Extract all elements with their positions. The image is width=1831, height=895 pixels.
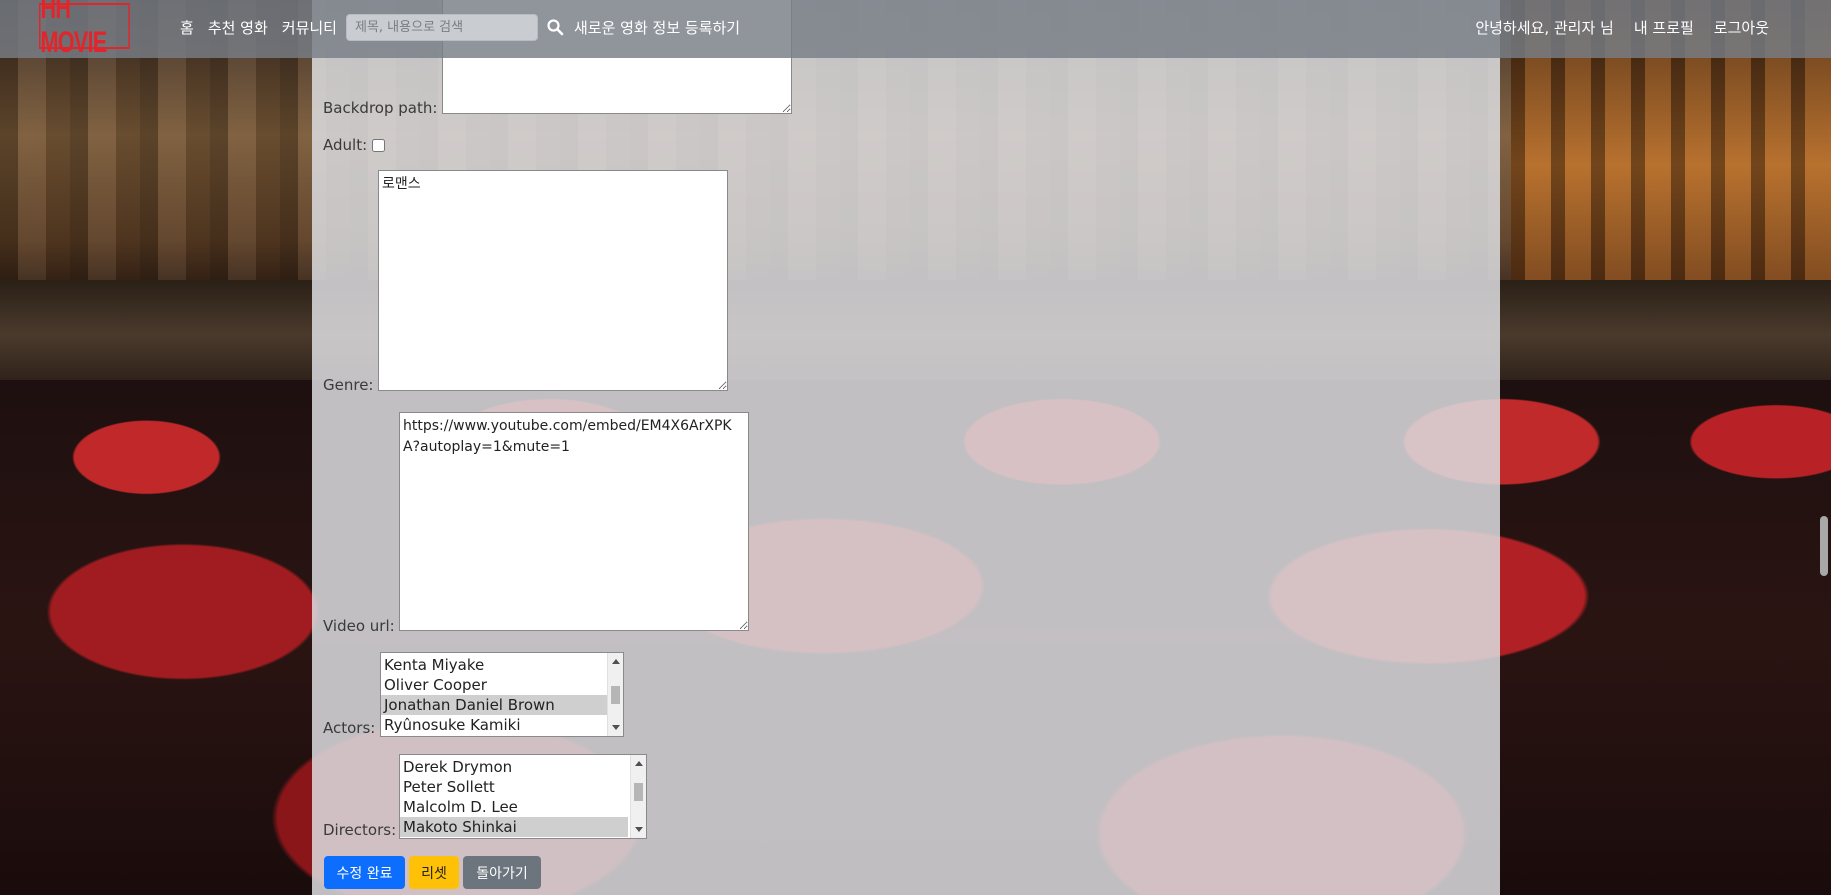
- directors-option[interactable]: Derek Drymon: [400, 757, 628, 777]
- nav-link-community[interactable]: 커뮤니티: [282, 17, 337, 38]
- user-menu: 안녕하세요, 관리자 님 내 프로필 로그아웃: [1475, 17, 1769, 38]
- actors-option[interactable]: Kenta Miyake: [381, 655, 609, 675]
- actors-option[interactable]: Oliver Cooper: [381, 675, 609, 695]
- reset-button[interactable]: 리셋: [409, 856, 459, 889]
- scroll-thumb[interactable]: [611, 686, 620, 704]
- actors-label: Actors:: [323, 719, 376, 737]
- adult-checkbox[interactable]: [372, 139, 385, 152]
- scroll-up-icon[interactable]: [635, 761, 643, 766]
- actors-scrollbar[interactable]: [607, 653, 623, 736]
- nav-link-home[interactable]: 홈: [180, 17, 194, 38]
- actors-option[interactable]: Jonathan Daniel Brown: [381, 695, 609, 715]
- scroll-up-icon[interactable]: [612, 659, 620, 664]
- register-movie-link[interactable]: 새로운 영화 정보 등록하기: [574, 17, 740, 38]
- adult-label: Adult:: [323, 136, 368, 154]
- actors-option[interactable]: Ryûnosuke Kamiki: [381, 715, 609, 735]
- directors-option[interactable]: Makoto Shinkai: [400, 817, 628, 837]
- backdrop-path-label: Backdrop path:: [323, 99, 438, 117]
- genre-label: Genre:: [323, 376, 374, 394]
- scroll-down-icon[interactable]: [612, 725, 620, 730]
- video-url-label: Video url:: [323, 617, 395, 635]
- page-scroll-thumb[interactable]: [1820, 516, 1828, 576]
- back-button[interactable]: 돌아가기: [463, 856, 541, 889]
- greeting-text: 안녕하세요, 관리자 님: [1475, 19, 1614, 37]
- nav-links: 홈 추천 영화 커뮤니티: [180, 17, 337, 38]
- nav-link-recommended[interactable]: 추천 영화: [208, 17, 268, 38]
- scroll-thumb[interactable]: [634, 783, 643, 801]
- directors-option[interactable]: Peter Sollett: [400, 777, 628, 797]
- profile-link[interactable]: 내 프로필: [1634, 17, 1694, 38]
- scroll-down-icon[interactable]: [635, 827, 643, 832]
- submit-edit-button[interactable]: 수정 완료: [324, 856, 405, 889]
- site-logo[interactable]: HH MOVIE: [39, 0, 130, 59]
- logout-link[interactable]: 로그아웃: [1714, 17, 1769, 38]
- search-icon[interactable]: [546, 18, 564, 36]
- navbar: HH MOVIE 홈 추천 영화 커뮤니티 새로운 영화 정보 등록하기 안녕하…: [0, 0, 1831, 59]
- genre-field[interactable]: [378, 170, 728, 391]
- video-url-field[interactable]: [399, 412, 749, 631]
- page-scrollbar[interactable]: [1817, 0, 1831, 895]
- directors-select[interactable]: Derek Drymon Peter Sollett Malcolm D. Lee M…: [399, 754, 647, 839]
- actors-select[interactable]: Kenta Miyake Oliver Cooper Jonathan Daniel…: [380, 652, 624, 737]
- search-input[interactable]: [346, 14, 538, 41]
- directors-scrollbar[interactable]: [630, 755, 646, 838]
- directors-option[interactable]: Malcolm D. Lee: [400, 797, 628, 817]
- directors-label: Directors:: [323, 821, 397, 839]
